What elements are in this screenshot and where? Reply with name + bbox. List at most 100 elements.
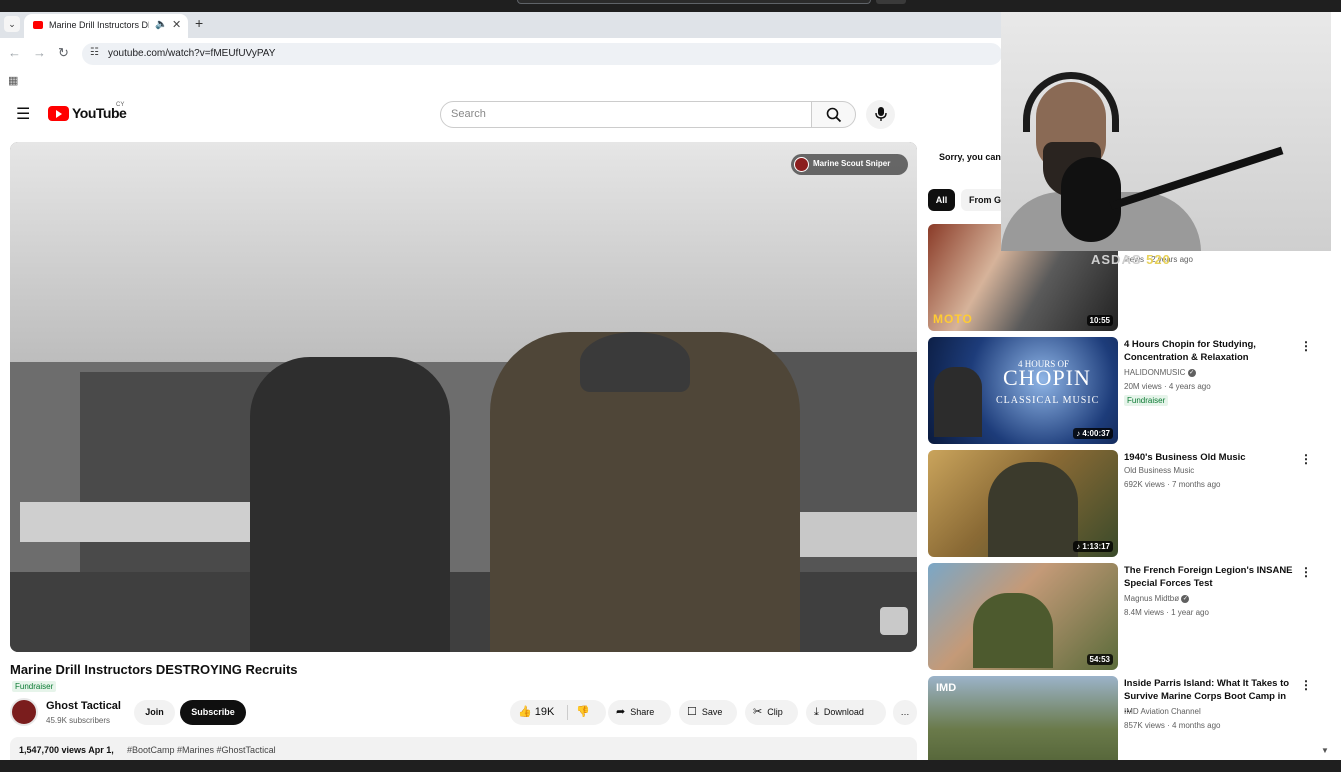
recommendation-item[interactable]: ♪ 1:13:17 1940's Business Old Music Old …: [928, 450, 1328, 558]
page-scrollbar[interactable]: [1331, 12, 1341, 760]
thumbnail-figure: [973, 593, 1053, 668]
channel-name[interactable]: Ghost Tactical: [46, 700, 121, 712]
youtube-favicon-icon: [33, 21, 43, 29]
recommendation-channel[interactable]: Old Business Music: [1124, 466, 1194, 475]
duration-badge: ♪ 4:00:37: [1073, 428, 1113, 439]
dislike-button[interactable]: 👎: [576, 700, 590, 725]
headphones-icon: [1023, 72, 1119, 132]
video-channel-watermark[interactable]: Marine Scout Sniper: [791, 154, 908, 175]
view-count-date: 1,547,700 views Apr 1,: [19, 745, 114, 755]
recommendation-item[interactable]: IMD Inside Parris Island: What It Takes …: [928, 676, 1328, 760]
join-button[interactable]: Join: [134, 700, 175, 725]
thumbnail-figure: [988, 462, 1078, 557]
os-search-field[interactable]: [517, 0, 871, 4]
recommendation-meta: 692K views · 7 months ago: [1124, 480, 1221, 489]
search-icon: [826, 107, 841, 123]
forward-arrow-icon[interactable]: →: [33, 45, 46, 60]
url-text[interactable]: youtube.com/watch?v=fMEUfUVyPAY: [108, 48, 275, 59]
back-arrow-icon[interactable]: ←: [8, 45, 21, 60]
tab-list-chevron-down-icon[interactable]: ⌄: [4, 16, 20, 32]
thumbnail-portrait: [934, 367, 982, 437]
more-vertical-icon[interactable]: ⋮: [1300, 678, 1312, 692]
channel-name-text: HALIDONMUSIC: [1124, 368, 1186, 377]
thumbnail-subtitle: CLASSICAL MUSIC: [996, 395, 1100, 406]
verified-check-icon: ✓: [1181, 594, 1190, 603]
stream-overlay-name: ASDAS: [1091, 252, 1142, 267]
thumbnail-title: CHOPIN: [1003, 365, 1091, 390]
webcam-overlay: [1001, 12, 1331, 251]
sidebar-notice: Sorry, you can': [939, 152, 1003, 162]
search-button[interactable]: [811, 101, 856, 128]
channel-avatar[interactable]: [10, 698, 38, 726]
recommendation-channel[interactable]: HALIDONMUSIC ✓: [1124, 368, 1196, 377]
share-label: Share: [630, 707, 655, 717]
video-frame-mattress: [20, 502, 280, 542]
thumbnail-text: MOTO: [933, 312, 973, 326]
country-code: CY: [116, 102, 125, 108]
microphone-arm: [1109, 146, 1284, 210]
recommendation-title[interactable]: 4 Hours Chopin for Studying, Concentrati…: [1124, 338, 1294, 364]
os-bottom-bar: [0, 760, 1341, 772]
more-vertical-icon[interactable]: ⋮: [1300, 339, 1312, 353]
video-thumbnail[interactable]: IMD: [928, 676, 1118, 760]
hashtags[interactable]: #BootCamp #Marines #GhostTactical: [127, 745, 276, 755]
save-label: Save: [701, 707, 723, 717]
os-top-button[interactable]: [876, 0, 906, 4]
thumbs-up-icon: 👍: [518, 706, 532, 718]
duration-badge: 10:55: [1086, 315, 1113, 326]
more-actions-button[interactable]: …: [893, 700, 917, 725]
reload-icon[interactable]: ↻: [58, 45, 69, 61]
recommendation-title[interactable]: 1940's Business Old Music: [1124, 451, 1294, 464]
new-tab-plus-icon[interactable]: +: [195, 15, 203, 31]
video-player[interactable]: Marine Scout Sniper: [10, 142, 917, 652]
like-dislike-group: 👍 19K 👎: [510, 700, 606, 725]
download-button[interactable]: ⤓ Download: [806, 700, 886, 725]
save-button[interactable]: ☐ Save: [679, 700, 737, 725]
clip-button[interactable]: ✂ Clip: [745, 700, 798, 725]
close-tab-icon[interactable]: ✕: [172, 18, 181, 31]
recommendation-meta: 857K views · 4 months ago: [1124, 721, 1221, 730]
more-vertical-icon[interactable]: ⋮: [1300, 565, 1312, 579]
speaker-icon[interactable]: 🔈: [155, 19, 167, 30]
video-thumbnail[interactable]: 4 HOURS OF CHOPIN CLASSICAL MUSIC ♪ 4:00…: [928, 337, 1118, 444]
screen: ⌄ Marine Drill Instructors DES 🔈 ✕ + ← →…: [0, 0, 1341, 772]
clip-label: Clip: [767, 707, 783, 717]
scroll-down-arrow-icon[interactable]: ▼: [1321, 746, 1329, 755]
channel-avatar-icon: [794, 157, 809, 172]
search-input[interactable]: Search: [440, 101, 812, 128]
site-info-icon[interactable]: ☷: [90, 47, 99, 58]
browser-tab-active[interactable]: Marine Drill Instructors DES 🔈 ✕: [24, 14, 188, 38]
recommendation-item[interactable]: 54:53 The French Foreign Legion's INSANE…: [928, 563, 1328, 671]
video-thumbnail[interactable]: 54:53: [928, 563, 1118, 670]
video-thumbnail[interactable]: ♪ 1:13:17: [928, 450, 1118, 557]
recommendation-channel[interactable]: IMD Aviation Channel: [1124, 707, 1201, 716]
recommendation-meta: 20M views · 4 years ago: [1124, 382, 1211, 391]
more-vertical-icon[interactable]: ⋮: [1300, 452, 1312, 466]
duration-badge: 54:53: [1086, 654, 1113, 665]
youtube-logo[interactable]: YouTube CY: [48, 102, 127, 121]
share-arrow-icon: ➦: [616, 706, 626, 718]
channel-name-text: Magnus Midtbø: [1124, 594, 1180, 603]
video-channel-badge-name: Marine Scout Sniper: [813, 159, 891, 168]
video-frame-campaign-hat: [580, 332, 690, 392]
microphone-icon: [874, 107, 887, 121]
video-watermark-logo: [880, 607, 908, 635]
fundraiser-badge[interactable]: Fundraiser: [1124, 395, 1169, 406]
tab-title: Marine Drill Instructors DES: [49, 20, 149, 30]
voice-search-button[interactable]: [866, 100, 895, 129]
youtube-play-icon: [48, 105, 69, 121]
recommendation-channel[interactable]: Magnus Midtbø ✓: [1124, 594, 1190, 603]
video-frame-person: [250, 357, 450, 652]
apps-grid-icon[interactable]: ▦: [8, 74, 18, 87]
url-field[interactable]: ☷ youtube.com/watch?v=fMEUfUVyPAY: [82, 43, 1002, 65]
chip-all[interactable]: All: [928, 189, 955, 211]
share-button[interactable]: ➦ Share: [608, 700, 671, 725]
like-button[interactable]: 👍 19K: [518, 700, 554, 725]
recommendation-item[interactable]: 4 HOURS OF CHOPIN CLASSICAL MUSIC ♪ 4:00…: [928, 337, 1328, 445]
like-count: 19K: [534, 706, 555, 718]
recommendation-title[interactable]: The French Foreign Legion's INSANE Speci…: [1124, 564, 1294, 590]
fundraiser-badge[interactable]: Fundraiser: [12, 681, 57, 692]
subscribe-button[interactable]: Subscribe: [180, 700, 246, 725]
hamburger-menu-icon[interactable]: ☰: [16, 104, 30, 124]
stream-overlay-count: 520: [1146, 252, 1171, 267]
